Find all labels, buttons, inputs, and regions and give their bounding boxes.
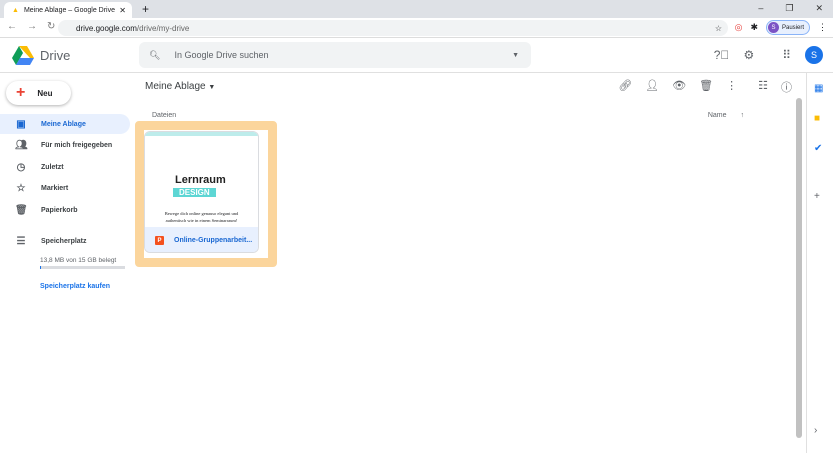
- thumb-title: Lernraum: [175, 174, 226, 186]
- sidebar-item-label: Markiert: [41, 184, 69, 192]
- new-label: Neu: [37, 88, 53, 98]
- url-input[interactable]: drive.google.com/drive/my-drive ☆: [58, 20, 728, 36]
- extension-icon[interactable]: ◎: [735, 22, 743, 33]
- thumb-text: Bewege dich online genauso elegant und a…: [164, 211, 239, 223]
- sidebar-item-starred[interactable]: ☆ Markiert: [0, 178, 130, 198]
- thumb-brand: DESIGN: [173, 188, 216, 197]
- section-label: Dateien: [152, 112, 177, 119]
- file-name: Online-Gruppenarbeit...: [174, 237, 253, 244]
- info-icon[interactable]: ⓘ: [781, 79, 792, 95]
- add-addon-icon[interactable]: +: [814, 191, 820, 202]
- drive-icon: ▲: [12, 6, 19, 14]
- apps-grid-icon[interactable]: ⠿: [782, 48, 791, 62]
- new-button[interactable]: + Neu: [6, 81, 71, 105]
- list-view-icon[interactable]: ☷: [758, 79, 768, 95]
- sidebar-item-label: Für mich freigegeben: [41, 141, 113, 149]
- plus-icon: +: [16, 84, 26, 101]
- drive-logo[interactable]: Drive: [12, 46, 70, 65]
- star-icon: ☆: [16, 182, 26, 194]
- back-icon[interactable]: ←: [7, 21, 17, 32]
- sidebar-item-label: Papierkorb: [41, 206, 78, 214]
- add-person-icon[interactable]: 👤︎: [645, 79, 659, 95]
- trash-icon[interactable]: 🗑︎: [699, 79, 713, 95]
- reload-icon[interactable]: ↻: [47, 21, 55, 32]
- settings-icon[interactable]: ⚙: [743, 48, 754, 62]
- scrollbar[interactable]: [796, 98, 802, 438]
- profile-button[interactable]: S Pausiert: [765, 20, 810, 35]
- file-thumbnail: Lernraum DESIGN Bewege dich online genau…: [145, 132, 258, 227]
- preview-eye-icon[interactable]: 👁︎: [672, 79, 686, 95]
- storage-bar: [40, 266, 125, 269]
- sidebar-item-label: Speicherplatz: [41, 237, 87, 245]
- url-path: /drive/my-drive: [136, 23, 190, 33]
- search-placeholder: In Google Drive suchen: [174, 50, 269, 60]
- search-options-icon[interactable]: ▼: [512, 52, 519, 59]
- sidebar-item-recent[interactable]: ◷ Zuletzt: [0, 157, 130, 177]
- search-input[interactable]: 🔍︎ In Google Drive suchen ▼: [139, 42, 531, 68]
- keep-icon[interactable]: ■: [814, 113, 820, 124]
- restore-icon[interactable]: ❐: [785, 3, 793, 14]
- sidebar-item-trash[interactable]: 🗑︎ Papierkorb: [0, 200, 130, 220]
- more-icon[interactable]: ⋮: [726, 79, 737, 95]
- drive-header: Drive 🔍︎ In Google Drive suchen ▼ ?⃝ ⚙ ⠿ S: [0, 38, 833, 73]
- sidebar-item-my-drive[interactable]: ▣ Meine Ablage: [0, 114, 130, 134]
- address-bar-row: ← → ↻ drive.google.com/drive/my-drive ☆ ◎ ✱ S…: [0, 18, 833, 38]
- arrow-up-icon: ↑: [740, 112, 745, 119]
- title-label: Meine Ablage: [145, 81, 206, 92]
- profile-avatar: S: [767, 22, 779, 33]
- sidebar-item-shared[interactable]: 👥︎ Für mich freigegeben: [0, 135, 130, 155]
- bookmark-star-icon[interactable]: ☆: [715, 24, 722, 33]
- drive-logo-icon: [12, 46, 34, 65]
- link-icon[interactable]: 🔗︎: [618, 79, 632, 95]
- trash-icon: 🗑︎: [15, 204, 28, 216]
- forward-icon[interactable]: →: [27, 21, 37, 32]
- browser-tab-bar: ▲ Meine Ablage – Google Drive ✕ + – ❐ ✕: [0, 0, 833, 18]
- close-window-icon[interactable]: ✕: [815, 3, 823, 14]
- close-tab-icon[interactable]: ✕: [119, 6, 126, 15]
- browser-menu-icon[interactable]: ⋮: [818, 22, 827, 33]
- sort-label: Name: [707, 112, 727, 119]
- sidebar-item-storage[interactable]: ☰ Speicherplatz: [0, 231, 130, 251]
- expand-panel-icon[interactable]: ›: [814, 425, 817, 436]
- avatar[interactable]: S: [805, 46, 823, 64]
- buy-storage-link[interactable]: Speicherplatz kaufen: [40, 283, 110, 290]
- drive-icon: ▣: [16, 118, 26, 130]
- sidebar-item-label: Zuletzt: [41, 163, 64, 171]
- storage-usage: 13,8 MB von 15 GB belegt: [40, 257, 117, 264]
- calendar-icon[interactable]: ▦: [814, 83, 823, 94]
- browser-tab[interactable]: ▲ Meine Ablage – Google Drive ✕: [4, 2, 132, 18]
- file-card[interactable]: Lernraum DESIGN Bewege dich online genau…: [144, 131, 259, 253]
- help-icon[interactable]: ?⃝: [714, 48, 730, 62]
- tab-title: Meine Ablage – Google Drive: [23, 6, 115, 14]
- puzzle-icon[interactable]: ✱: [750, 22, 758, 33]
- page-title[interactable]: Meine Ablage ▼: [145, 81, 215, 92]
- new-tab-button[interactable]: +: [142, 2, 149, 16]
- clock-icon: ◷: [16, 161, 26, 173]
- main-content: Meine Ablage ▼ 🔗︎ 👤︎ 👁︎ 🗑︎ ⋮ ☷ ⓘ Dateien Name …: [135, 73, 802, 443]
- minimize-icon[interactable]: –: [758, 3, 763, 14]
- url-host: drive.google.com: [76, 23, 137, 33]
- sidebar: + Neu ▣ Meine Ablage 👥︎ Für mich freigegebe…: [0, 73, 135, 453]
- app-name: Drive: [40, 48, 71, 63]
- storage-icon: ☰: [16, 235, 26, 247]
- sort-button[interactable]: Name ↑: [708, 112, 744, 119]
- sidebar-item-label: Meine Ablage: [41, 120, 86, 128]
- people-icon: 👥︎: [15, 139, 28, 151]
- powerpoint-icon: P: [155, 236, 164, 245]
- search-icon[interactable]: 🔍︎: [149, 50, 160, 61]
- side-panel: ▦ ■ ✔ + ›: [806, 73, 833, 453]
- tasks-icon[interactable]: ✔: [814, 143, 822, 154]
- chevron-down-icon: ▼: [208, 84, 216, 91]
- profile-label: Pausiert: [781, 24, 804, 31]
